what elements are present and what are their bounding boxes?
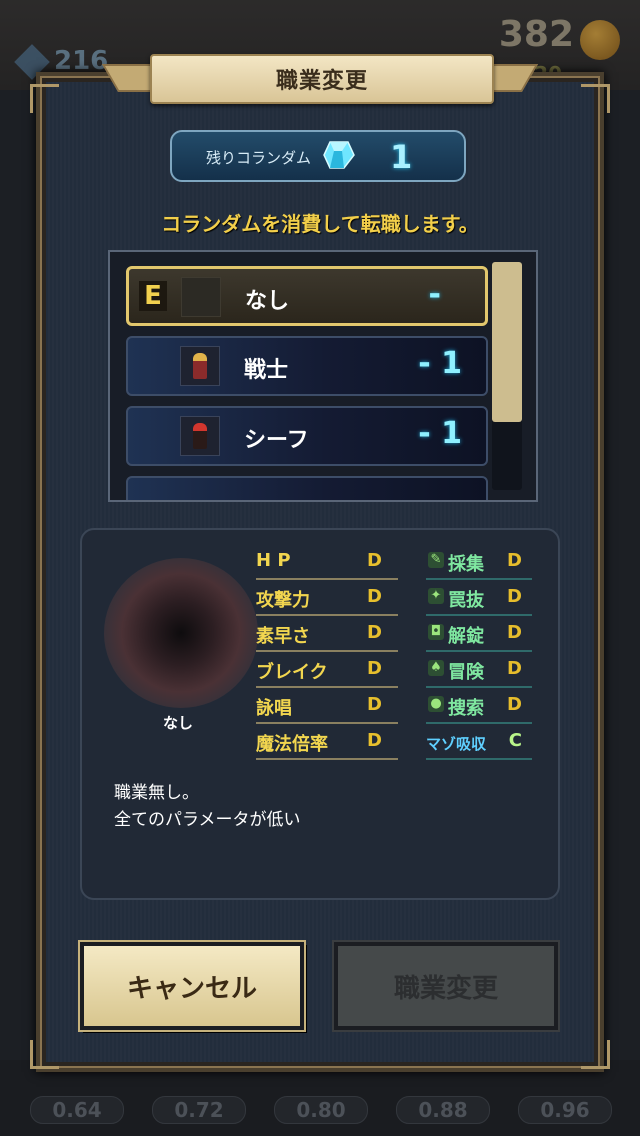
frame-corner-ornament [581,1040,610,1069]
skill-adventure: ♠ 冒険 D [426,654,532,688]
job-description: 職業無し。 全てのパラメータが低い [114,780,301,834]
stat-label: H P [256,550,291,571]
skill-label: 罠抜 [448,590,484,611]
stat-attack: 攻撃力 D [256,582,398,616]
corundum-counter: 残りコランダム 1 [170,130,466,182]
description-line: 職業無し。 [114,783,199,803]
stat-chant: 詠唱 D [256,690,398,724]
frame-corner-ornament [30,1040,59,1069]
job-list[interactable]: E なし - 戦士 - 1 シーフ - 1 [108,250,538,502]
stat-grade: D [367,622,382,643]
job-name: なし [245,289,290,314]
equipped-badge: E [139,281,167,311]
stat-grade: D [367,550,382,571]
figure-sprite [193,353,207,379]
zoom-pill: 0.72 [152,1096,246,1124]
skill-grade: D [507,550,522,571]
figure-sprite [193,423,207,449]
job-row-warrior[interactable]: 戦士 - 1 [126,336,488,396]
stat-grade: D [367,586,382,607]
description-line: 全てのパラメータが低い [114,810,301,830]
frame-corner-ornament [30,84,59,113]
skill-grade: C [508,730,522,751]
warrior-figure-icon [180,346,220,386]
stat-grade: D [367,658,382,679]
stat-label: 攻撃力 [256,590,310,611]
zoom-pill: 0.96 [518,1096,612,1124]
skill-grade: D [507,658,522,679]
skill-mazo-absorb: マゾ吸収 C [426,726,532,760]
skill-trap-disarm: ✦ 罠抜 D [426,582,532,616]
dialog-title: 職業変更 [275,69,368,94]
corundum-count: 1 [390,138,413,176]
job-name: 戦士 [244,358,289,383]
job-cost: - [428,277,441,312]
dialog-title-banner: 職業変更 [150,54,494,104]
stat-label: 素早さ [256,626,310,647]
job-list-scrollbar-thumb[interactable] [492,262,522,422]
leaf-icon: ✎ [428,552,444,568]
skill-grade: D [507,622,522,643]
instruction-text: コランダムを消費して転職します。 [161,212,479,236]
job-row-partial[interactable] [126,476,488,500]
zoom-pill: 0.80 [274,1096,368,1124]
stat-label: ブレイク [256,662,328,683]
lock-icon: ◘ [428,624,444,640]
job-portrait [104,558,258,708]
thief-figure-icon [180,416,220,456]
trap-icon: ✦ [428,588,444,604]
job-cost: - 1 [418,346,462,381]
gold-count: 382 [498,14,574,55]
skill-unlock: ◘ 解錠 D [426,618,532,652]
stat-hp: H P D [256,546,398,580]
boot-icon: ♠ [428,660,444,676]
skill-grade: D [507,694,522,715]
skill-grade: D [507,586,522,607]
portrait-name: なし [162,714,193,732]
stat-grade: D [367,694,382,715]
change-job-button[interactable]: 職業変更 [334,942,558,1030]
job-thumbnail [181,277,221,317]
zoom-pill: 0.88 [396,1096,490,1124]
stat-speed: 素早さ D [256,618,398,652]
stat-label: 魔法倍率 [256,734,328,755]
cancel-button[interactable]: キャンセル [80,942,304,1030]
skill-label: 冒険 [448,662,484,683]
skill-label: 採集 [448,554,484,575]
skill-label: マゾ吸収 [426,735,487,753]
stat-grade: D [367,730,382,751]
coin-icon [580,20,620,60]
frame-corner-ornament [581,84,610,113]
person-icon: ● [428,696,444,712]
stat-label: 詠唱 [256,698,292,719]
stat-break: ブレイク D [256,654,398,688]
stat-magic-multiplier: 魔法倍率 D [256,726,398,760]
skill-label: 解錠 [448,626,484,647]
gem-icon [323,141,355,169]
zoom-pill: 0.64 [30,1096,124,1124]
corundum-label: 残りコランダム [206,149,312,167]
job-cost: - 1 [418,416,462,451]
skill-search: ● 捜索 D [426,690,532,724]
job-name: シーフ [244,428,309,453]
job-row-none[interactable]: E なし - [126,266,488,326]
job-row-thief[interactable]: シーフ - 1 [126,406,488,466]
skill-gather: ✎ 採集 D [426,546,532,580]
skill-label: 捜索 [448,698,484,719]
